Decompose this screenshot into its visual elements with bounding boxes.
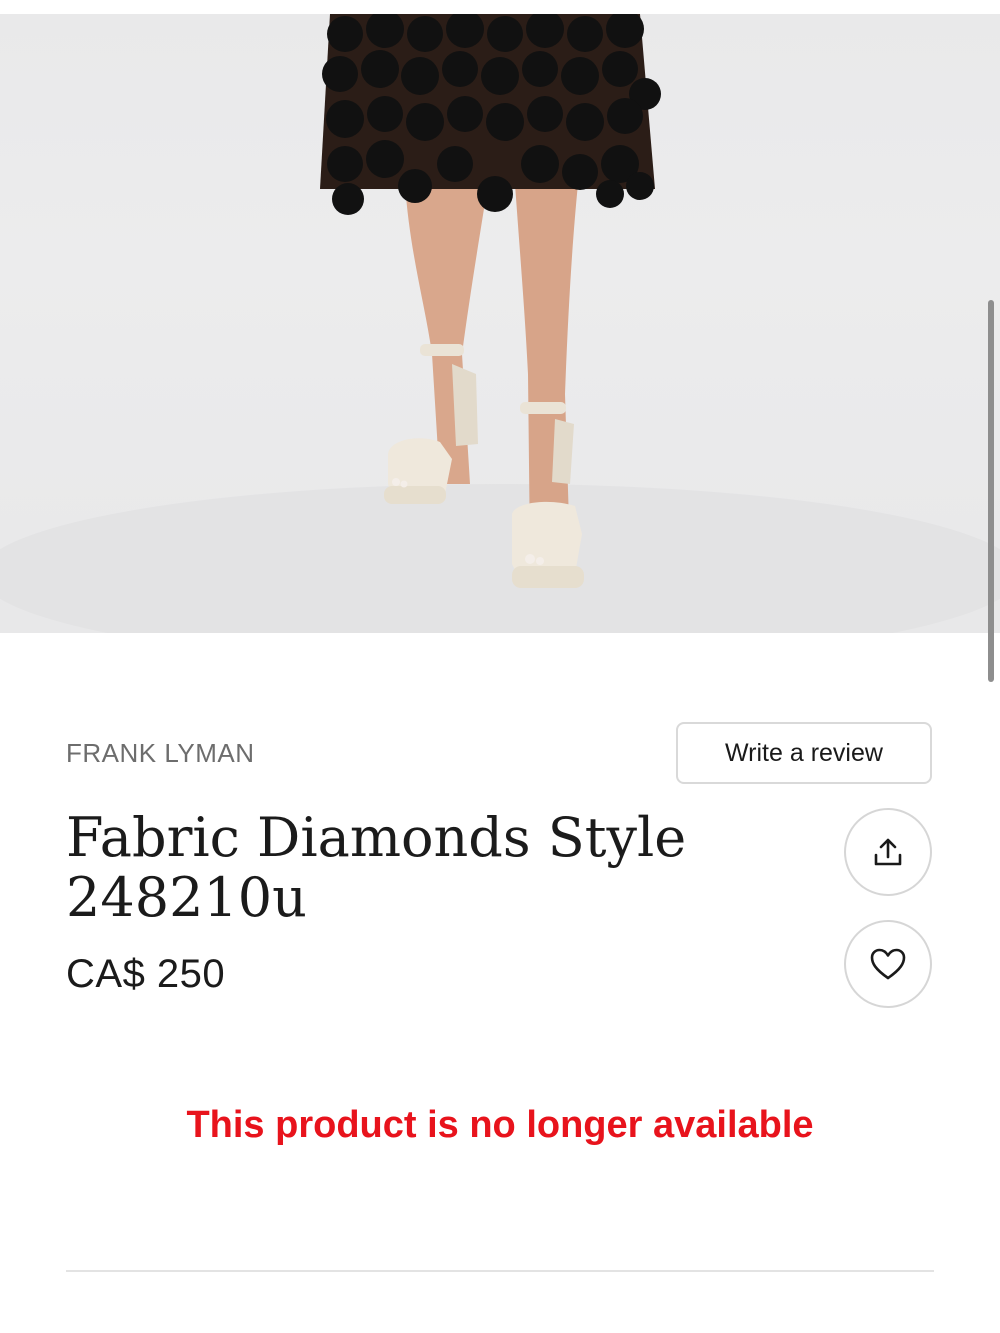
product-image[interactable]	[0, 14, 1000, 633]
favorite-button[interactable]	[844, 920, 932, 1008]
unavailable-message: This product is no longer available	[186, 1104, 814, 1146]
product-title: Fabric Diamonds Style 248210u	[66, 806, 687, 929]
product-page: FRANK LYMAN Write a review Fabric Diamon…	[0, 0, 1000, 1333]
share-icon	[874, 838, 902, 866]
status-bar-area	[0, 0, 1000, 14]
heart-icon	[870, 948, 906, 980]
share-button[interactable]	[844, 808, 932, 896]
write-review-button[interactable]: Write a review	[676, 722, 932, 784]
product-price: CA$ 250	[66, 952, 226, 996]
product-photo	[0, 14, 1000, 633]
brand-name[interactable]: FRANK LYMAN	[66, 738, 255, 769]
scrollbar[interactable]	[988, 300, 994, 682]
section-divider	[66, 1270, 934, 1272]
